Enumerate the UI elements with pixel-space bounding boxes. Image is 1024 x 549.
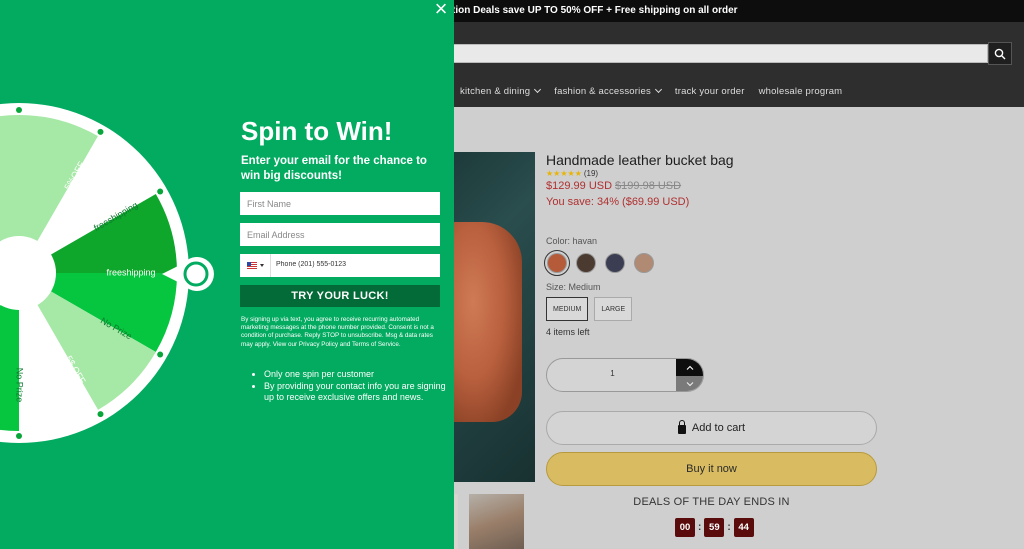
phone-field[interactable] [271,254,431,275]
size-option-medium[interactable]: MEDIUM [546,297,589,321]
timer-separator: : [698,522,702,533]
add-to-cart-button[interactable]: Add to cart [546,411,877,445]
try-your-luck-button[interactable]: TRY YOUR LUCK! [240,285,440,307]
popup-subtitle: Enter your email for the chance to win b… [241,155,427,182]
countdown-timer: 00 : 59 : 44 [675,518,754,537]
list-item: By providing your contact info you are s… [264,381,448,404]
search-input[interactable] [452,44,988,63]
main-nav: kitchen & dining fashion & accessories t… [460,85,843,97]
timer-separator: : [727,522,731,533]
product-title: Handmade leather bucket bag [546,152,734,168]
popup-title: Spin to Win! [241,116,393,146]
color-swatch[interactable] [605,253,625,273]
bag-photo [452,222,522,422]
deals-countdown-label: DEALS OF THE DAY ENDS IN [633,496,790,508]
color-swatches [544,250,654,276]
phone-field-wrapper [240,254,440,277]
size-option-large[interactable]: LARGE [594,297,633,321]
announcement-text: tion Deals save UP TO 50% OFF + Free shi… [452,5,738,16]
close-button[interactable]: × [431,0,451,20]
nav-item-kitchen[interactable]: kitchen & dining [460,85,542,97]
savings-text: You save: 34% ($69.99 USD) [546,196,690,208]
chevron-down-icon [534,85,542,94]
color-label: Color: havan [546,236,598,246]
legal-disclaimer: By signing up via text, you agree to rec… [241,316,434,348]
product-price: $129.99 USD $199.98 USD [546,180,682,192]
timer-hours: 00 [675,518,695,537]
quantity-value[interactable]: 1 [547,369,678,378]
wheel-rim-dot [16,107,22,113]
nav-item-fashion[interactable]: fashion & accessories [554,85,662,97]
chevron-up-icon [686,365,693,370]
size-label: Size: Medium [546,282,601,292]
caret-down-icon[interactable] [260,264,264,267]
stock-count: 4 items left [546,327,590,337]
timer-minutes: 59 [704,518,725,537]
add-to-cart-label: Add to cart [691,422,746,434]
email-field[interactable] [240,223,440,246]
wheel-rim-dot [97,128,104,135]
color-swatch-havan[interactable] [544,250,570,276]
quantity-decrease-button[interactable] [676,376,703,391]
list-item: Only one spin per customer [264,369,448,381]
timer-seconds: 44 [733,518,754,537]
close-icon: × [434,0,448,21]
wheel-pointer [162,257,214,291]
size-options: MEDIUM LARGE [546,297,633,321]
color-swatch[interactable] [576,253,596,273]
wheel-rim-dot [157,188,164,195]
rules-list: Only one spin per customer By providing … [252,369,448,404]
spin-to-win-popup: 5%OFF freeshipping freeshipping No Prize 5$ … [0,0,454,549]
quantity-increase-button[interactable] [676,359,703,376]
nav-item-track-order[interactable]: track your order [675,86,745,97]
compare-price: $199.98 USD [615,180,682,192]
first-name-field[interactable] [240,192,440,215]
prize-wheel[interactable]: 5%OFFfreeshippingfreeshippingNo Prize5$ … [0,103,189,443]
buy-now-button[interactable]: Buy it now [546,452,877,486]
wheel-rim-dot [16,433,22,439]
color-swatch[interactable] [634,253,654,273]
product-thumbnail[interactable] [469,494,524,549]
search-button[interactable] [988,42,1012,65]
wheel-segment-label: No Prize [15,368,25,403]
us-flag-icon[interactable] [247,262,257,269]
wheel-rim-dot [157,351,164,358]
review-count: (19) [583,169,599,178]
chevron-down-icon [654,85,662,94]
rating-stars[interactable]: ★★★★★ (19) [546,169,598,178]
quantity-stepper[interactable]: 1 [546,358,704,392]
product-image[interactable] [452,152,535,482]
chevron-down-icon [686,382,693,387]
lock-icon [677,419,686,434]
wheel-rim-dot [97,411,104,418]
wheel-segment-label: freeshipping [106,267,155,277]
search-icon [994,48,1006,59]
nav-item-wholesale[interactable]: wholesale program [759,86,843,97]
